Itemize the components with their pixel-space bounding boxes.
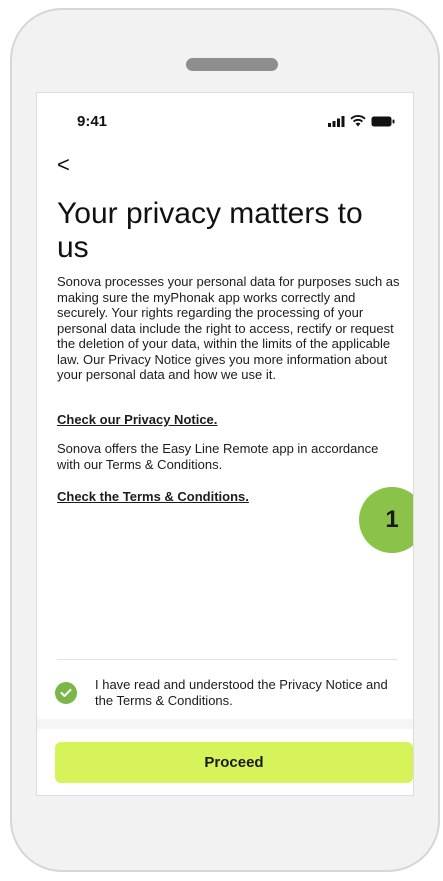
wifi-icon (350, 115, 366, 127)
divider (57, 659, 397, 660)
consent-checkbox[interactable] (55, 682, 77, 704)
status-icons (328, 115, 395, 127)
step-number-badge: 1 (359, 487, 413, 553)
back-button[interactable]: < (57, 153, 81, 177)
checkmark-icon (60, 688, 72, 697)
app-screen: 9:41 < Your privacy matters to us Sonova… (36, 92, 414, 796)
battery-icon (371, 116, 395, 126)
phone-frame: 9:41 < Your privacy matters to us Sonova… (10, 8, 440, 872)
phone-speaker (186, 58, 278, 71)
terms-conditions-link[interactable]: Check the Terms & Conditions. (57, 489, 249, 504)
status-bar: 9:41 (37, 93, 413, 143)
terms-description: Sonova offers the Easy Line Remote app i… (57, 441, 379, 472)
status-time: 9:41 (77, 113, 108, 130)
signal-icon (328, 115, 345, 127)
footer-separator (37, 719, 413, 729)
page-title: Your privacy matters to us (57, 197, 363, 264)
proceed-button[interactable]: Proceed (55, 742, 413, 783)
consent-label: I have read and understood the Privacy N… (95, 677, 388, 708)
privacy-notice-link[interactable]: Check our Privacy Notice. (57, 412, 217, 427)
privacy-description: Sonova processes your personal data for … (57, 274, 400, 382)
chevron-left-icon: < (57, 152, 70, 177)
